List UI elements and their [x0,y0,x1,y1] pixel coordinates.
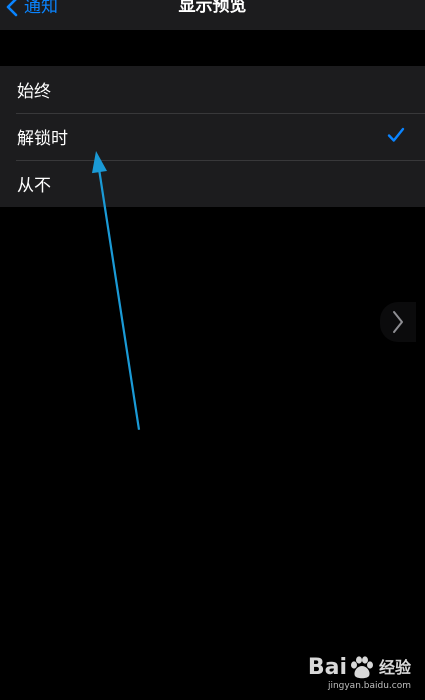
paw-icon [350,656,373,679]
option-never[interactable]: 从不 [0,160,425,207]
option-label: 解锁时 [17,129,68,149]
side-panel-handle[interactable] [380,302,416,342]
navigation-bar: 通知 显示预览 [0,0,425,30]
option-when-unlocked[interactable]: 解锁时 [0,113,425,160]
checkmark-icon [387,127,405,142]
watermark-url: jingyan.baidu.com [327,681,411,691]
option-label: 始终 [17,82,51,102]
watermark-brand: Bai [307,655,347,680]
chevron-right-icon [393,311,403,333]
page-title: 显示预览 [178,0,247,16]
option-label: 从不 [17,176,51,196]
watermark-jingyan: 经验 [378,658,411,677]
option-always[interactable]: 始终 [0,66,425,113]
preview-options-list: 始终 解锁时 从不 [0,66,425,207]
watermark: Bai 经验 jingyan.baidu.com [308,656,411,692]
